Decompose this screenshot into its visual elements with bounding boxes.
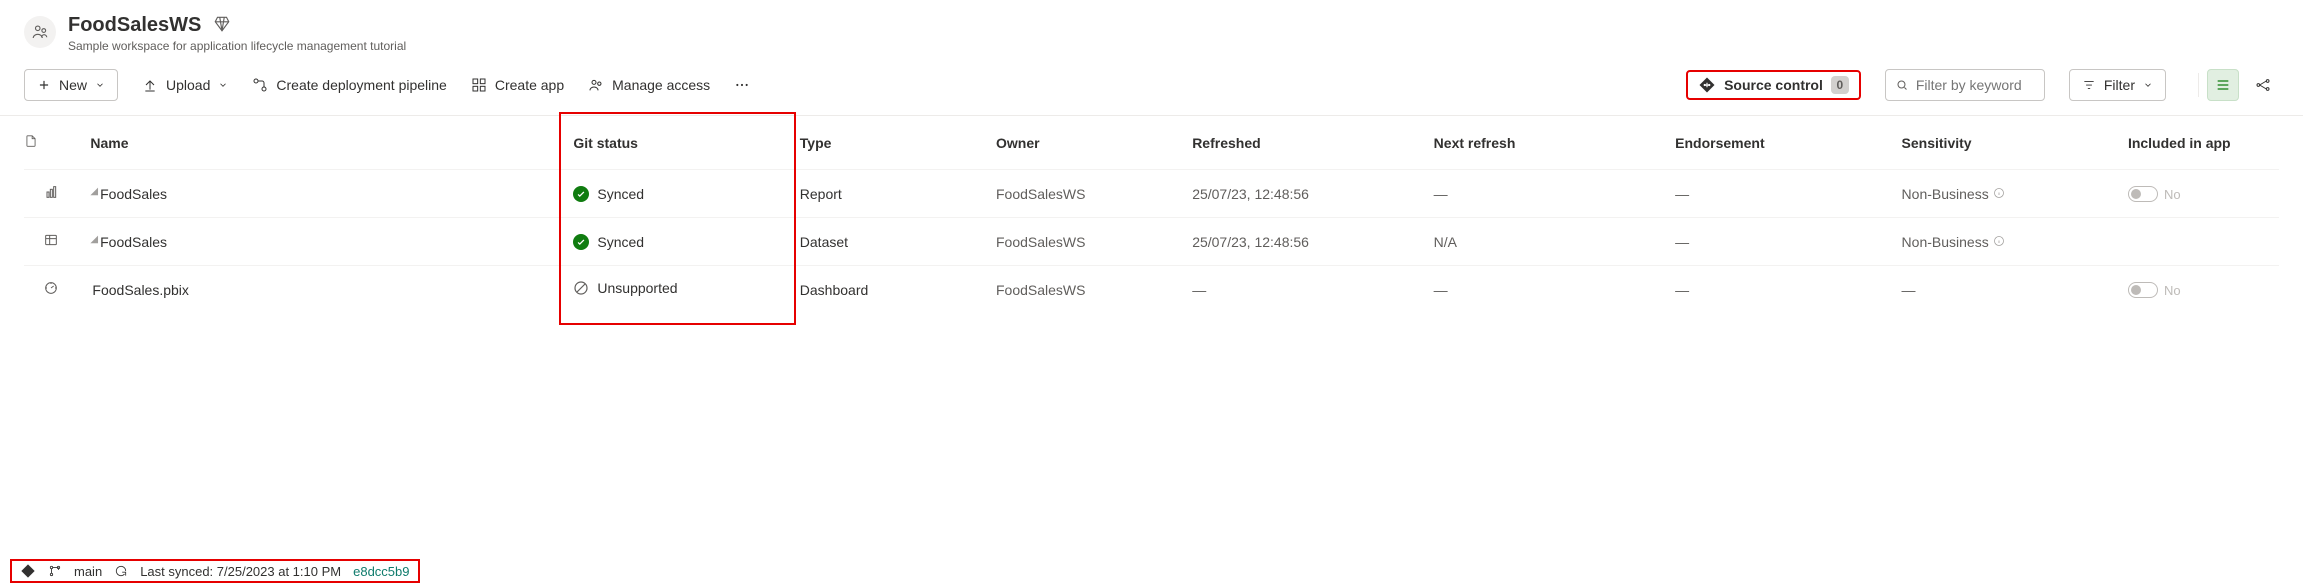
table-row[interactable]: ◢FoodSales Synced Dataset FoodSalesWS 25… — [24, 218, 2279, 266]
git-icon — [20, 563, 36, 579]
row-next-refresh: — — [1434, 170, 1675, 218]
filter-button-label: Filter — [2104, 77, 2135, 93]
row-type: Dataset — [800, 218, 996, 266]
row-endorsement: — — [1675, 170, 1901, 218]
row-type-icon — [24, 218, 90, 266]
toolbar: New Upload Create deployment pipeline Cr… — [0, 61, 2303, 116]
row-owner: FoodSalesWS — [996, 218, 1192, 266]
upload-button[interactable]: Upload — [142, 77, 228, 93]
items-table: Name Git status Type Owner Refreshed Nex… — [24, 116, 2279, 313]
workspace-header: FoodSalesWS Sample workspace for applica… — [0, 0, 2303, 61]
column-git-status[interactable]: Git status — [573, 116, 799, 170]
column-refreshed[interactable]: Refreshed — [1192, 116, 1433, 170]
source-control-label: Source control — [1724, 77, 1823, 93]
row-type: Report — [800, 170, 996, 218]
row-git-status: Synced — [597, 234, 644, 250]
create-app-button[interactable]: Create app — [471, 77, 564, 93]
branch-name[interactable]: main — [74, 564, 102, 579]
column-type[interactable]: Type — [800, 116, 996, 170]
new-button-label: New — [59, 77, 87, 93]
filter-keyword-field[interactable] — [1916, 77, 2034, 93]
file-icon — [24, 134, 38, 148]
row-git-status: Synced — [597, 186, 644, 202]
row-owner: FoodSalesWS — [996, 266, 1192, 314]
source-control-button[interactable]: Source control 0 — [1686, 70, 1861, 100]
branch-icon — [48, 564, 62, 578]
more-button[interactable] — [734, 77, 750, 93]
list-view-button[interactable] — [2207, 69, 2239, 101]
info-icon[interactable] — [1993, 235, 2005, 247]
included-toggle[interactable] — [2128, 282, 2158, 298]
row-type-icon — [24, 170, 90, 218]
row-endorsement: — — [1675, 218, 1901, 266]
row-next-refresh: N/A — [1434, 218, 1675, 266]
create-pipeline-label: Create deployment pipeline — [276, 77, 446, 93]
included-toggle[interactable] — [2128, 186, 2158, 202]
row-next-refresh: — — [1434, 266, 1675, 314]
create-app-label: Create app — [495, 77, 564, 93]
toggle-label: No — [2164, 283, 2181, 298]
row-owner: FoodSalesWS — [996, 170, 1192, 218]
workspace-title: FoodSalesWS — [68, 14, 201, 37]
premium-diamond-icon — [213, 15, 231, 36]
row-sensitivity: — — [1902, 282, 1916, 298]
table-row[interactable]: FoodSales.pbix Unsupported Dashboard Foo… — [24, 266, 2279, 314]
row-name[interactable]: FoodSales.pbix — [92, 282, 189, 298]
column-owner[interactable]: Owner — [996, 116, 1192, 170]
new-button[interactable]: New — [24, 69, 118, 101]
commit-hash[interactable]: e8dcc5b9 — [353, 564, 409, 579]
upload-label: Upload — [166, 77, 210, 93]
list-icon — [2215, 77, 2231, 93]
row-sensitivity: Non-Business — [1902, 234, 1989, 250]
row-git-status: Unsupported — [597, 280, 677, 296]
lineage-view-button[interactable] — [2247, 69, 2279, 101]
workspace-icon — [24, 16, 56, 48]
column-sensitivity[interactable]: Sensitivity — [1902, 116, 2128, 170]
create-pipeline-button[interactable]: Create deployment pipeline — [252, 77, 446, 93]
table-row[interactable]: ◢FoodSales Synced Report FoodSalesWS 25/… — [24, 170, 2279, 218]
row-refreshed: 25/07/23, 12:48:56 — [1192, 218, 1433, 266]
toggle-label: No — [2164, 187, 2181, 202]
last-synced-text: Last synced: 7/25/2023 at 1:10 PM — [140, 564, 341, 579]
filter-keyword-input[interactable] — [1885, 69, 2045, 101]
column-endorsement[interactable]: Endorsement — [1675, 116, 1901, 170]
row-name[interactable]: FoodSales — [100, 234, 167, 250]
git-icon — [1698, 76, 1716, 94]
manage-access-button[interactable]: Manage access — [588, 77, 710, 93]
info-icon[interactable] — [1993, 187, 2005, 199]
row-sensitivity: Non-Business — [1902, 186, 1989, 202]
row-name[interactable]: FoodSales — [100, 186, 167, 202]
status-bar: main Last synced: 7/25/2023 at 1:10 PM e… — [0, 555, 2303, 587]
row-type: Dashboard — [800, 266, 996, 314]
filter-button[interactable]: Filter — [2069, 69, 2166, 101]
row-type-icon — [24, 266, 90, 314]
column-included[interactable]: Included in app — [2128, 116, 2279, 170]
search-icon — [1896, 78, 1908, 92]
manage-access-label: Manage access — [612, 77, 710, 93]
row-refreshed: — — [1192, 266, 1433, 314]
lineage-icon — [2255, 77, 2271, 93]
row-endorsement: — — [1675, 266, 1901, 314]
column-name[interactable]: Name — [90, 116, 573, 170]
filter-icon — [2082, 78, 2096, 92]
sync-icon[interactable] — [114, 564, 128, 578]
row-refreshed: 25/07/23, 12:48:56 — [1192, 170, 1433, 218]
column-next-refresh[interactable]: Next refresh — [1434, 116, 1675, 170]
source-control-count: 0 — [1831, 76, 1849, 94]
workspace-subtitle: Sample workspace for application lifecyc… — [68, 39, 406, 53]
